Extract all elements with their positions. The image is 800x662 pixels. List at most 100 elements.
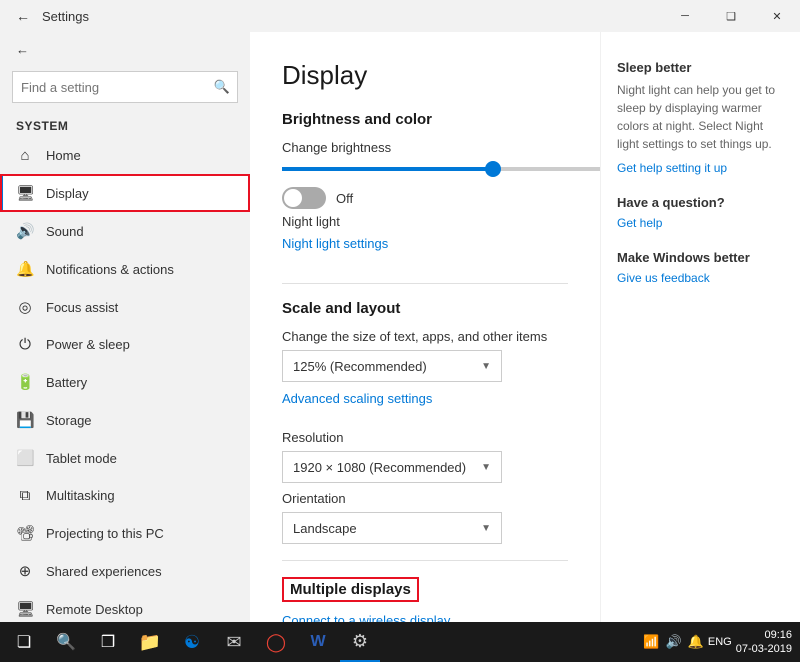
sidebar-item-sound[interactable]: 🔊 Sound xyxy=(0,212,250,250)
home-icon: ⌂ xyxy=(16,147,34,164)
sidebar-back-icon: ← xyxy=(16,42,29,57)
sidebar-item-label: Battery xyxy=(46,375,87,390)
slider-fill xyxy=(282,167,493,171)
app-body: ← 🔍 System ⌂ Home 🖥 Display 🔊 Sound 🔔 No… xyxy=(0,32,800,622)
toggle-knob xyxy=(284,189,302,207)
feedback-link[interactable]: Give us feedback xyxy=(617,271,710,285)
sidebar-item-remote[interactable]: 🖥 Remote Desktop xyxy=(0,590,250,622)
right-panel: Sleep better Night light can help you ge… xyxy=(600,32,800,622)
search-input[interactable] xyxy=(12,71,238,103)
main-content-area: Display Brightness and color Change brig… xyxy=(250,32,800,622)
focus-icon: ◎ xyxy=(16,298,34,316)
taskbar-right: 📶 🔊 🔔 ENG 09:16 07-03-2019 xyxy=(643,628,796,657)
taskbar-system-icons: 📶 🔊 🔔 xyxy=(643,634,704,650)
shared-icon: ⊕ xyxy=(16,562,34,580)
taskbar-word[interactable]: W xyxy=(298,622,338,662)
sidebar-item-shared[interactable]: ⊕ Shared experiences xyxy=(0,552,250,590)
taskbar-file-explorer[interactable]: 📁 xyxy=(130,622,170,662)
sleep-better-title: Sleep better xyxy=(617,60,784,75)
sidebar-item-storage[interactable]: 💾 Storage xyxy=(0,401,250,439)
settings-icon: ⚙ xyxy=(352,631,368,652)
resolution-dropdown[interactable]: 1920 × 1080 (Recommended) ▼ xyxy=(282,451,502,483)
titlebar-left: ← Settings xyxy=(12,4,89,28)
night-light-toggle[interactable] xyxy=(282,187,326,209)
slider-thumb[interactable] xyxy=(485,161,501,177)
battery-icon: 🔋 xyxy=(16,373,34,391)
sidebar-item-label: Home xyxy=(46,148,81,163)
sidebar-item-projecting[interactable]: 📽 Projecting to this PC xyxy=(0,514,250,552)
minimize-button[interactable]: ─ xyxy=(662,0,708,32)
search-icon: 🔍 xyxy=(214,79,230,95)
taskbar-settings[interactable]: ⚙ xyxy=(340,622,380,662)
sidebar-item-power[interactable]: ⏻ Power & sleep xyxy=(0,326,250,363)
sidebar-item-label: Power & sleep xyxy=(46,337,130,352)
orientation-dropdown[interactable]: Landscape ▼ xyxy=(282,512,502,544)
word-icon: W xyxy=(310,633,325,651)
night-light-settings-link[interactable]: Night light settings xyxy=(282,236,388,251)
night-light-label: Night light xyxy=(282,214,340,229)
sidebar-back-button[interactable]: ← xyxy=(0,32,250,67)
taskbar-mail[interactable]: ✉ xyxy=(214,622,254,662)
projecting-icon: 📽 xyxy=(16,524,34,542)
sidebar-item-tablet[interactable]: ⬜ Tablet mode xyxy=(0,439,250,477)
taskbar-chrome[interactable]: ◯ xyxy=(256,622,296,662)
taskbar-date: 07-03-2019 xyxy=(736,642,792,656)
scale-dropdown[interactable]: 125% (Recommended) ▼ xyxy=(282,350,502,382)
brightness-label: Change brightness xyxy=(282,140,568,155)
restore-button[interactable]: ❑ xyxy=(708,0,754,32)
sidebar-item-label: Multitasking xyxy=(46,488,115,503)
sidebar-item-multitasking[interactable]: ⧉ Multitasking xyxy=(0,477,250,514)
close-button[interactable]: ✕ xyxy=(754,0,800,32)
advanced-scaling-link[interactable]: Advanced scaling settings xyxy=(282,391,432,406)
start-button[interactable]: ❏ xyxy=(4,622,44,662)
orientation-label: Orientation xyxy=(282,491,568,506)
sidebar: ← 🔍 System ⌂ Home 🖥 Display 🔊 Sound 🔔 No… xyxy=(0,32,250,622)
remote-icon: 🖥 xyxy=(16,600,34,618)
chevron-down-icon-2: ▼ xyxy=(481,462,491,473)
network-icon: 📶 xyxy=(643,634,659,650)
sidebar-item-focus[interactable]: ◎ Focus assist xyxy=(0,288,250,326)
search-button[interactable]: 🔍 xyxy=(46,622,86,662)
windows-better-title: Make Windows better xyxy=(617,250,784,265)
taskbar-lang: ENG xyxy=(708,636,732,648)
sidebar-item-home[interactable]: ⌂ Home xyxy=(0,137,250,174)
chrome-icon: ◯ xyxy=(266,632,286,653)
search-icon: 🔍 xyxy=(56,632,76,652)
storage-icon: 💾 xyxy=(16,411,34,429)
task-view-button[interactable]: ❒ xyxy=(88,622,128,662)
slider-track xyxy=(282,167,600,171)
sidebar-search-container: 🔍 xyxy=(12,71,238,103)
mail-icon: ✉ xyxy=(226,632,241,653)
brightness-slider[interactable] xyxy=(282,167,568,171)
back-icon[interactable]: ← xyxy=(12,4,34,28)
sidebar-item-label: Shared experiences xyxy=(46,564,162,579)
question-title: Have a question? xyxy=(617,195,784,210)
sleep-better-link[interactable]: Get help setting it up xyxy=(617,161,727,175)
sidebar-item-label: Remote Desktop xyxy=(46,602,143,617)
resolution-value: 1920 × 1080 (Recommended) xyxy=(293,460,466,475)
get-help-link[interactable]: Get help xyxy=(617,216,662,230)
windows-better-section: Make Windows better Give us feedback xyxy=(617,250,784,285)
scale-layout-title: Scale and layout xyxy=(282,300,568,317)
taskbar-left: ❏ 🔍 ❒ 📁 ☯ ✉ ◯ W ⚙ xyxy=(4,622,380,662)
taskbar-edge[interactable]: ☯ xyxy=(172,622,212,662)
notification-icon[interactable]: 🔔 xyxy=(688,634,704,650)
taskbar-time: 09:16 xyxy=(736,628,792,642)
night-light-row: Off xyxy=(282,187,568,209)
scale-label: Change the size of text, apps, and other… xyxy=(282,329,568,344)
edge-icon: ☯ xyxy=(184,632,200,653)
sidebar-item-label: Sound xyxy=(46,224,84,239)
sidebar-item-label: Display xyxy=(46,186,89,201)
task-view-icon: ❒ xyxy=(101,632,115,652)
sidebar-item-label: Projecting to this PC xyxy=(46,526,164,541)
sidebar-item-label: Notifications & actions xyxy=(46,262,174,277)
taskbar: ❏ 🔍 ❒ 📁 ☯ ✉ ◯ W ⚙ 📶 🔊 🔔 xyxy=(0,622,800,662)
titlebar-controls: ─ ❑ ✕ xyxy=(662,0,800,32)
sidebar-item-display[interactable]: 🖥 Display xyxy=(0,174,250,212)
sidebar-item-battery[interactable]: 🔋 Battery xyxy=(0,363,250,401)
sidebar-item-notifications[interactable]: 🔔 Notifications & actions xyxy=(0,250,250,288)
sidebar-item-label: Tablet mode xyxy=(46,451,117,466)
wireless-display-link[interactable]: Connect to a wireless display xyxy=(282,613,450,622)
tablet-icon: ⬜ xyxy=(16,449,34,467)
orientation-value: Landscape xyxy=(293,521,357,536)
